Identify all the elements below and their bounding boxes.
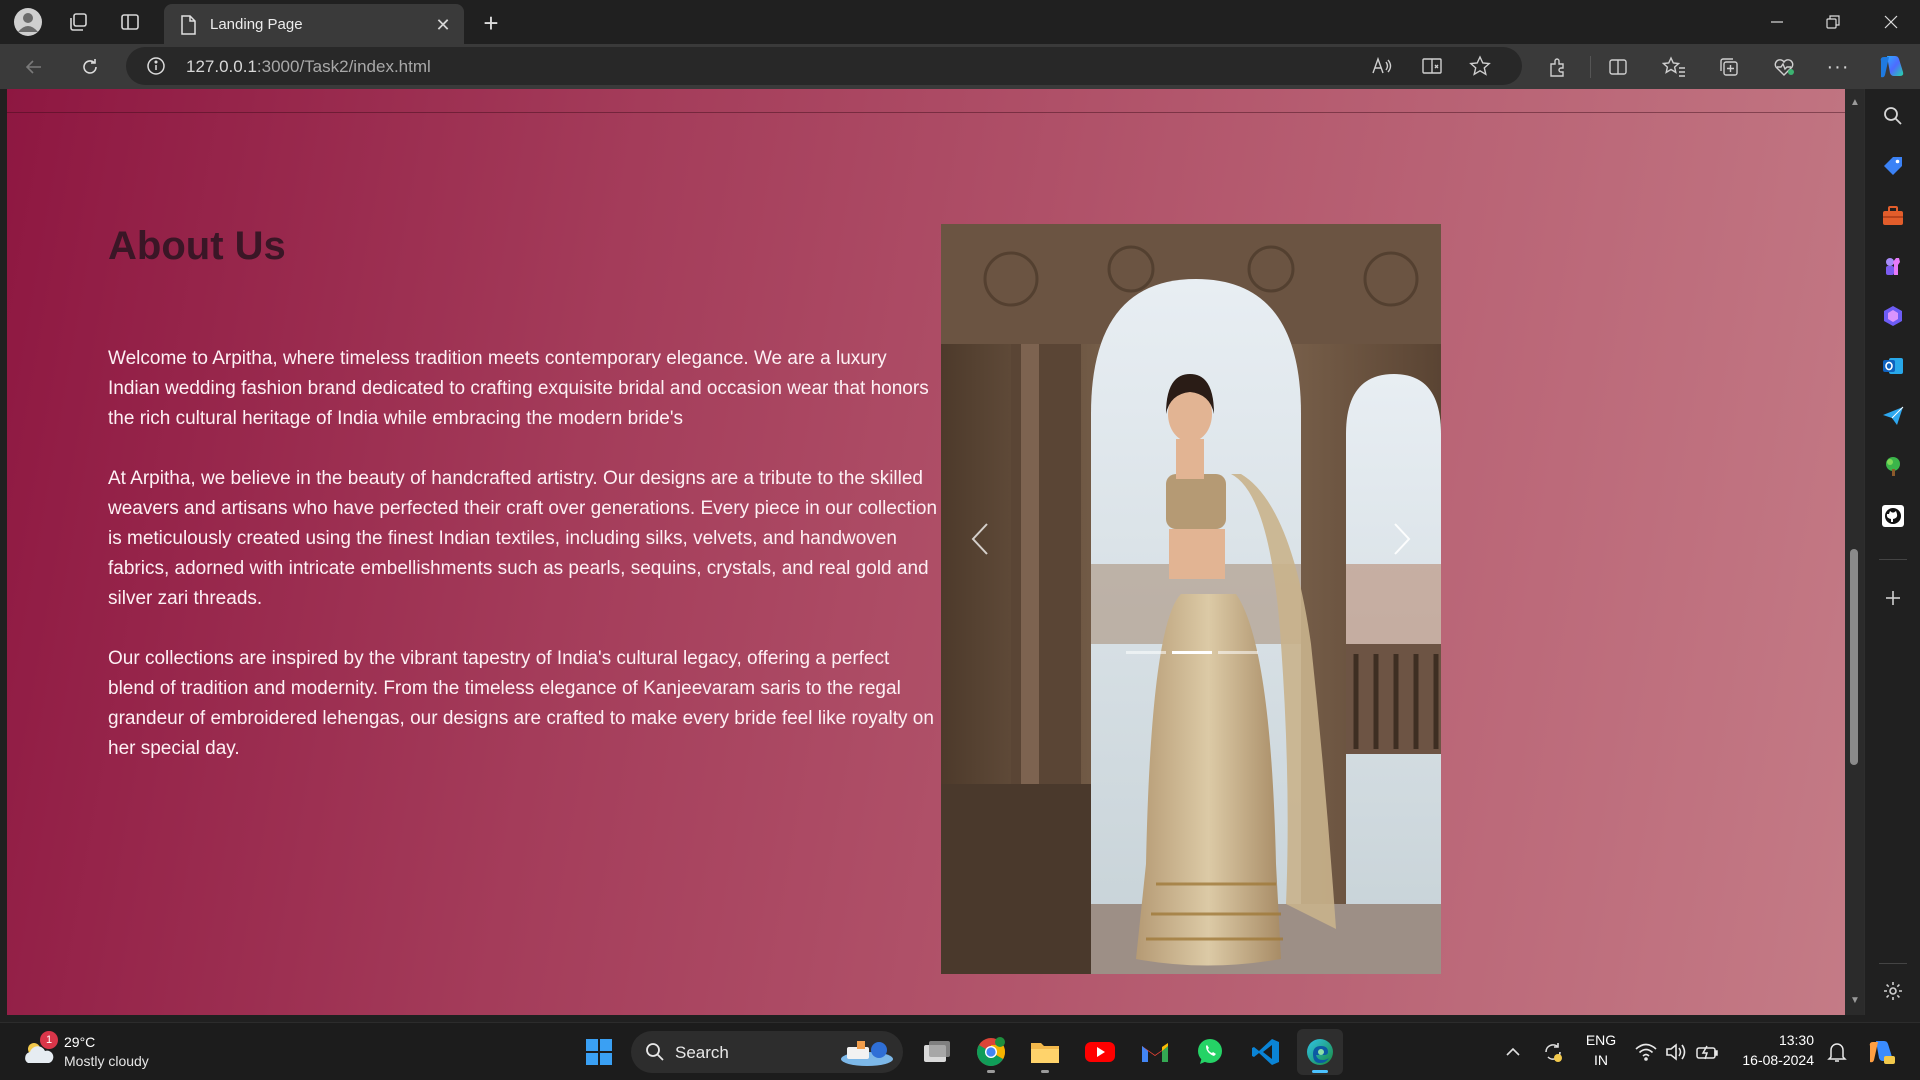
scroll-up-arrow-icon[interactable]: ▲ [1848,95,1862,109]
browser-essentials-icon[interactable] [1766,50,1802,84]
tools-briefcase-icon[interactable] [1877,200,1909,232]
whatsapp-icon[interactable] [1187,1029,1233,1075]
about-paragraph-1: Welcome to Arpitha, where timeless tradi… [108,348,929,429]
search-highlight-illustration-icon [839,1037,895,1072]
carousel-indicator-3[interactable] [1218,651,1258,654]
input-language-top[interactable]: ENG [1580,1032,1622,1048]
immersive-reader-icon[interactable] [1416,51,1448,81]
tab-title: Landing Page [210,16,303,33]
more-options-icon[interactable]: ··· [1820,50,1856,84]
edge-sidebar [1864,89,1920,1015]
url-host: 127.0.0.1 [186,57,257,76]
site-info-icon[interactable] [146,56,166,81]
youtube-icon[interactable] [1077,1029,1123,1075]
url-text: 127.0.0.1:3000/Task2/index.html [186,57,431,77]
read-aloud-icon[interactable] [1366,51,1398,81]
new-tab-icon[interactable]: + [476,8,506,38]
clock-date: 16-08-2024 [1742,1052,1814,1068]
notifications-bell-icon[interactable] [1824,1039,1850,1065]
sidebar-settings-gear-icon[interactable] [1877,975,1909,1007]
running-indicator [987,1070,995,1073]
copilot-tray-icon[interactable] [1864,1039,1898,1065]
sync-status-icon[interactable] [1540,1039,1566,1065]
workspaces-icon[interactable] [58,7,98,37]
favorites-icon[interactable] [1656,50,1692,84]
document-icon [180,15,196,40]
file-explorer-icon[interactable] [1022,1029,1068,1075]
sidebar-divider-bottom [1879,963,1907,964]
section-divider [7,112,1845,113]
minimize-icon[interactable] [1754,6,1800,38]
sidebar-add-icon[interactable] [1877,582,1909,614]
copilot-app-icon[interactable] [1877,300,1909,332]
weather-condition: Mostly cloudy [64,1053,149,1069]
sidebar-divider [1879,559,1907,560]
gmail-icon[interactable] [1132,1029,1178,1075]
url-path: :3000/Task2/index.html [256,57,431,76]
github-icon[interactable] [1877,500,1909,532]
weather-widget[interactable]: 1 29°C Mostly cloudy [18,1029,198,1075]
scroll-down-arrow-icon[interactable]: ▼ [1848,993,1862,1007]
vertical-tabs-icon[interactable] [110,7,150,37]
tree-app-icon[interactable] [1877,450,1909,482]
running-indicator [1041,1070,1049,1073]
copilot-icon[interactable] [1874,50,1910,84]
active-window-indicator [1312,1070,1328,1073]
carousel-indicators [1126,651,1258,654]
carousel-prev-icon[interactable] [961,514,1001,564]
taskbar-search-box[interactable]: Search [631,1031,903,1073]
scrollbar-thumb[interactable] [1850,549,1858,765]
browser-titlebar: Landing Page ✕ + [0,0,1920,44]
collections-icon[interactable] [1711,50,1747,84]
restore-icon[interactable] [1810,6,1856,38]
bridal-lehenga-photo [941,224,1441,974]
games-chess-icon[interactable] [1877,250,1909,282]
split-screen-icon[interactable] [1600,50,1636,84]
tab-landing-page[interactable]: Landing Page ✕ [164,4,464,44]
send-paper-plane-icon[interactable] [1877,400,1909,432]
tab-close-icon[interactable]: ✕ [430,12,456,38]
extensions-icon[interactable] [1540,50,1576,84]
weather-temperature: 29°C [64,1034,96,1050]
chrome-icon[interactable] [968,1029,1014,1075]
about-paragraph-3: Our collections are inspired by the vibr… [108,648,934,759]
battery-charging-icon[interactable] [1694,1039,1720,1065]
back-icon[interactable] [16,50,52,84]
clock-time[interactable]: 13:30 [1734,1032,1814,1048]
toolbar-divider [1590,56,1591,78]
about-us-heading: About Us [108,224,286,268]
wifi-icon[interactable] [1633,1039,1659,1065]
carousel-image [941,224,1441,974]
page-scrollbar[interactable]: ▲ ▼ [1845,89,1864,1015]
shopping-tag-icon[interactable] [1877,150,1909,182]
vscode-icon[interactable] [1243,1029,1289,1075]
close-window-icon[interactable] [1868,6,1914,38]
browser-toolbar: 127.0.0.1:3000/Task2/index.html ··· [0,44,1920,89]
input-language-bottom: IN [1594,1052,1608,1068]
windows-taskbar: 1 29°C Mostly cloudy Search ENG IN 13:30… [0,1022,1920,1080]
profile-avatar-icon[interactable] [8,7,48,37]
taskbar-search-label: Search [675,1043,729,1062]
show-hidden-icons-chevron-icon[interactable] [1500,1039,1526,1065]
carousel-next-icon[interactable] [1381,514,1421,564]
task-view-icon[interactable] [914,1029,960,1075]
taskbar-search-icon [645,1042,665,1067]
carousel-indicator-1[interactable] [1126,651,1166,654]
page-viewport: About Us Welcome to Arpitha, where timel… [7,89,1845,1015]
windows-start-icon[interactable] [576,1029,622,1075]
address-bar[interactable]: 127.0.0.1:3000/Task2/index.html [126,47,1522,85]
weather-alert-badge: 1 [40,1031,58,1049]
volume-icon[interactable] [1663,1039,1689,1065]
refresh-icon[interactable] [72,50,108,84]
about-paragraph-2: At Arpitha, we believe in the beauty of … [108,468,938,609]
edge-browser-icon[interactable] [1297,1029,1343,1075]
outlook-icon[interactable] [1877,350,1909,382]
favorite-star-icon[interactable] [1464,51,1496,81]
sidebar-search-icon[interactable] [1877,100,1909,132]
carousel-indicator-2[interactable] [1172,651,1212,654]
